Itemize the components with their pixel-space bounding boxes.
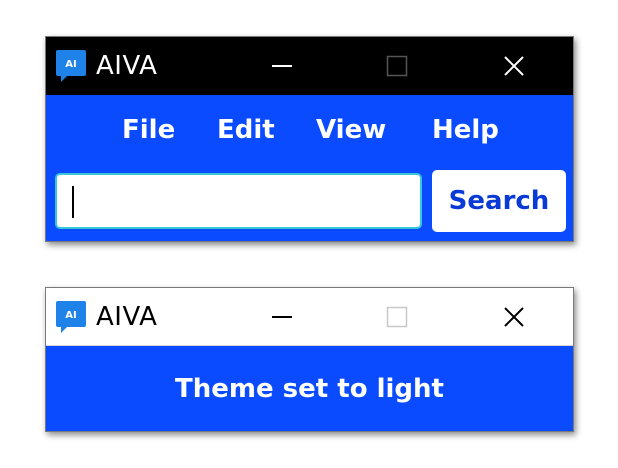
menu-item-file[interactable]: File <box>122 114 175 146</box>
close-button[interactable] <box>494 301 534 333</box>
maximize-button[interactable] <box>377 301 417 333</box>
status-message: Theme set to light <box>175 374 444 404</box>
text-cursor <box>72 186 74 218</box>
app-logo-icon: AI <box>56 301 86 333</box>
title-bar[interactable]: AI AIVA <box>46 37 573 95</box>
notification-window: AI AIVA Theme set to light <box>45 287 574 432</box>
minimize-icon <box>272 65 292 67</box>
app-logo-text: AI <box>65 59 76 70</box>
minimize-button[interactable] <box>262 50 302 82</box>
maximize-icon <box>386 55 408 77</box>
search-window: AI AIVA File Edit View Help Search <box>45 36 574 242</box>
app-logo-text: AI <box>65 310 76 321</box>
minimize-button[interactable] <box>262 301 302 333</box>
app-logo-icon: AI <box>56 50 86 82</box>
maximize-button[interactable] <box>377 50 417 82</box>
window-title: AIVA <box>96 51 158 81</box>
search-row: Search <box>46 170 573 241</box>
close-button[interactable] <box>494 50 534 82</box>
maximize-icon <box>386 306 408 328</box>
title-bar[interactable]: AI AIVA <box>46 288 573 346</box>
menu-bar: File Edit View Help <box>46 95 573 170</box>
search-button[interactable]: Search <box>432 170 566 232</box>
window-title: AIVA <box>96 302 158 332</box>
search-input[interactable] <box>55 173 422 229</box>
close-icon <box>504 307 524 327</box>
menu-item-edit[interactable]: Edit <box>217 114 275 146</box>
minimize-icon <box>272 316 292 318</box>
menu-item-view[interactable]: View <box>316 114 386 146</box>
menu-item-help[interactable]: Help <box>432 114 499 146</box>
close-icon <box>504 56 524 76</box>
